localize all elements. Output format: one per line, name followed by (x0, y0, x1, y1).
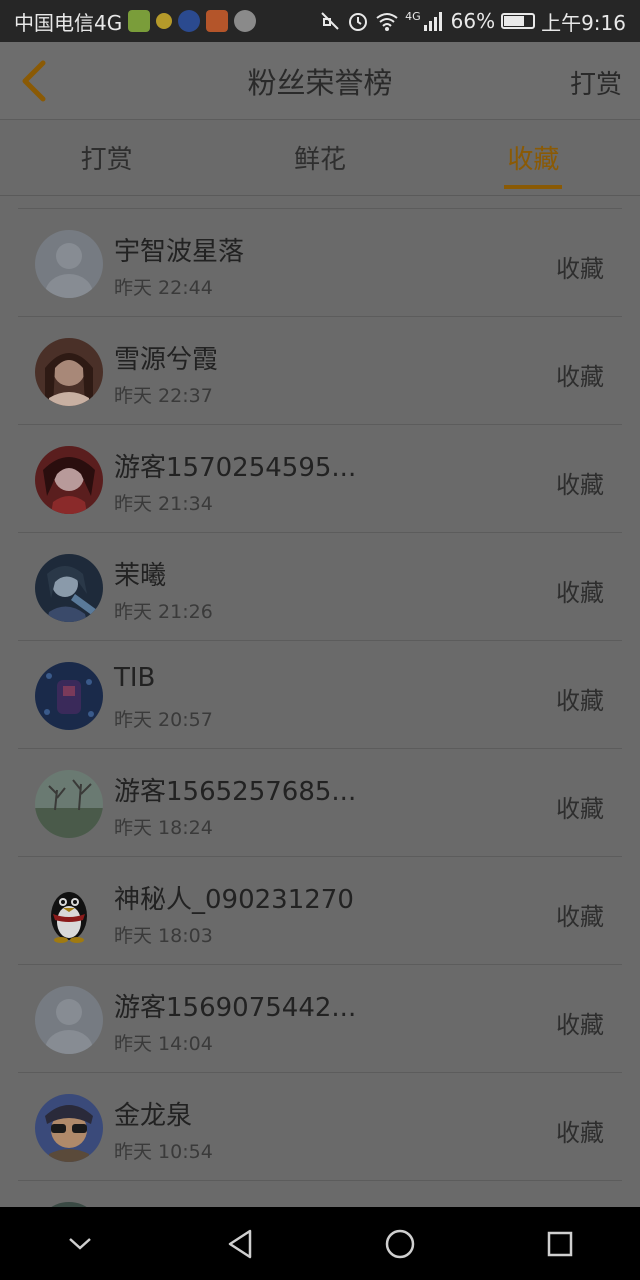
user-avatar (35, 554, 103, 622)
list-item[interactable]: TIB 昨天 20:57 收藏 (18, 641, 622, 749)
mute-icon (321, 12, 339, 30)
list-item[interactable]: 宇智波星落 昨天 22:44 收藏 (18, 209, 622, 317)
battery-icon (501, 13, 536, 29)
app-notification-icon (128, 10, 151, 32)
user-avatar (35, 338, 103, 406)
carrier-label: 中国电信4G (14, 10, 123, 35)
back-triangle-icon (228, 1229, 252, 1258)
reward-button[interactable]: 打赏 (570, 64, 622, 101)
timestamp: 昨天 18:03 (114, 925, 213, 947)
tab-bar: 打赏 鲜花 收藏 (0, 120, 640, 196)
user-avatar (35, 662, 103, 730)
app-notification-icon (234, 10, 257, 32)
action-label: 收藏 (556, 687, 604, 715)
user-name: 宇智波星落 (114, 237, 245, 267)
timestamp: 昨天 20:57 (114, 709, 213, 731)
action-label: 收藏 (556, 579, 604, 607)
user-name: 神秘人_090231270 (114, 885, 354, 915)
active-tab-indicator (504, 185, 563, 189)
action-label: 收藏 (556, 255, 604, 283)
tab-label: 鲜花 (293, 145, 346, 175)
nav-home-button[interactable] (370, 1214, 430, 1274)
page-title: 粉丝荣誉榜 (247, 65, 393, 100)
app-notification-icon (206, 10, 229, 32)
user-name: 雪源兮霞 (114, 345, 219, 375)
list-item[interactable]: 游客1569075442... 昨天 14:04 收藏 (18, 965, 622, 1073)
network-type-label: 4G (405, 9, 421, 23)
hide-nav-button[interactable] (50, 1214, 110, 1274)
alarm-icon (349, 13, 368, 31)
recents-square-icon (547, 1231, 573, 1256)
list-item[interactable]: 游客1570254595... 昨天 21:34 收藏 (18, 425, 622, 533)
tab-label: 收藏 (507, 145, 560, 175)
default-avatar (35, 986, 103, 1054)
app-notification-icon (178, 10, 201, 32)
system-nav-bar (0, 1207, 640, 1280)
nav-recents-button[interactable] (530, 1214, 590, 1274)
timestamp: 昨天 22:44 (114, 277, 213, 299)
signal-icon (423, 12, 442, 31)
user-avatar (35, 446, 103, 514)
app-notification-icon (156, 13, 173, 29)
user-name: 游客1565257685... (114, 777, 357, 807)
user-name: 茉曦 (114, 561, 167, 591)
timestamp: 昨天 21:26 (114, 601, 213, 623)
user-name: TIB (114, 663, 156, 693)
timestamp: 昨天 22:37 (114, 385, 213, 407)
wifi-icon (376, 13, 398, 31)
list-item[interactable]: 游客1565257685... 昨天 18:24 收藏 (18, 749, 622, 857)
timestamp: 昨天 18:24 (114, 817, 213, 839)
clock: 上午9:16 (541, 10, 626, 35)
list-item[interactable]: 雪源兮霞 昨天 22:37 收藏 (18, 317, 622, 425)
tab-label: 打赏 (80, 145, 133, 175)
list-item[interactable]: 神秘人_090231270 昨天 18:03 收藏 (18, 857, 622, 965)
user-name: 游客1570254595... (114, 453, 357, 483)
chevron-down-icon (69, 1237, 91, 1250)
list-item[interactable]: 茉曦 昨天 21:26 收藏 (18, 533, 622, 641)
status-bar: 中国电信4G 4G 66% 上午9:16 (0, 0, 640, 42)
timestamp: 昨天 14:04 (114, 1033, 213, 1055)
action-label: 收藏 (556, 903, 604, 931)
list-item[interactable]: 金龙泉 昨天 10:54 收藏 (18, 1073, 622, 1181)
action-label: 收藏 (556, 363, 604, 391)
user-name: 金龙泉 (114, 1101, 193, 1131)
user-name: 游客1569075442... (114, 993, 357, 1023)
action-label: 收藏 (556, 1011, 604, 1039)
fan-list: 宇智波星落 昨天 22:44 收藏 雪源兮霞 昨天 22:37 收藏 游客157… (18, 208, 622, 1280)
tab-reward[interactable]: 打赏 (0, 120, 213, 195)
user-avatar (35, 770, 103, 838)
nav-back-button[interactable] (210, 1214, 270, 1274)
timestamp: 昨天 21:34 (114, 493, 213, 515)
action-label: 收藏 (556, 471, 604, 499)
default-avatar (35, 230, 103, 298)
penguin-avatar (35, 878, 103, 946)
chevron-left-icon (22, 60, 46, 102)
back-button[interactable] (14, 56, 54, 106)
action-label: 收藏 (556, 1119, 604, 1147)
user-avatar (35, 1094, 103, 1162)
action-label: 收藏 (556, 795, 604, 823)
home-circle-icon (385, 1229, 415, 1258)
tab-favorites[interactable]: 收藏 (427, 120, 640, 195)
timestamp: 昨天 10:54 (114, 1141, 213, 1163)
tab-flowers[interactable]: 鲜花 (213, 120, 426, 195)
app-header: 粉丝荣誉榜 打赏 (0, 42, 640, 120)
battery-percent: 66% (450, 9, 496, 33)
